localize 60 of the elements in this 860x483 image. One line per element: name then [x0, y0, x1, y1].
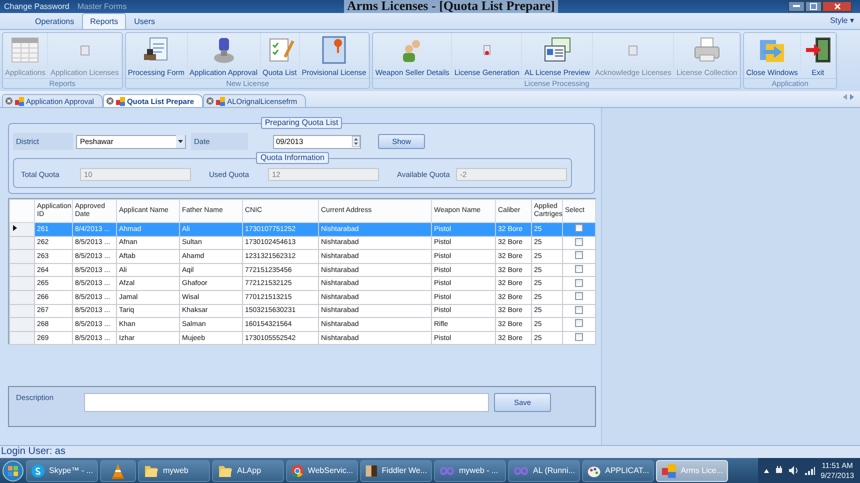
- select-checkbox[interactable]: [575, 251, 583, 260]
- spin-icon: [352, 136, 360, 147]
- select-checkbox[interactable]: [575, 306, 583, 314]
- show-hidden-icon[interactable]: [764, 468, 769, 472]
- taskbar-button[interactable]: myweb: [138, 460, 210, 482]
- taskbar-button[interactable]: AL (Runni...: [508, 460, 580, 482]
- scroll-left-icon[interactable]: [843, 94, 847, 100]
- ribbon-tab[interactable]: Reports: [82, 13, 126, 29]
- app-window-icon: [661, 462, 677, 478]
- document-icon: [482, 44, 491, 56]
- taskbar-button[interactable]: Fiddler We...: [360, 460, 432, 482]
- document-icon: [628, 44, 638, 56]
- minimize-icon: [793, 5, 800, 8]
- close-icon[interactable]: [206, 97, 214, 105]
- speaker-icon[interactable]: [788, 466, 799, 475]
- ribbon-tab[interactable]: Operations: [27, 13, 82, 29]
- taskbar-button[interactable]: Skype™ - ...: [26, 460, 98, 482]
- traffic-cone-icon: [110, 462, 126, 478]
- select-checkbox[interactable]: [575, 238, 583, 246]
- window-title: Arms Licenses - [Quota List Prepare]: [344, 0, 558, 13]
- form-icon: [15, 96, 24, 106]
- close-button[interactable]: [822, 1, 852, 12]
- power-plug-icon[interactable]: [774, 466, 783, 475]
- select-checkbox[interactable]: [575, 278, 583, 287]
- close-icon[interactable]: [5, 97, 13, 105]
- taskbar-button[interactable]: APPLICAT...: [582, 460, 654, 482]
- minimize-button[interactable]: [788, 1, 805, 12]
- chat-bubble-icon: [31, 462, 45, 478]
- panel-title: Preparing Quota List: [260, 117, 342, 129]
- panel-title: Quota Information: [256, 152, 329, 164]
- maximize-button[interactable]: [805, 1, 822, 12]
- select-checkbox[interactable]: [575, 224, 583, 232]
- document-icon: [80, 44, 90, 56]
- quick-access-item[interactable]: Master Forms: [73, 0, 131, 13]
- close-icon[interactable]: [106, 97, 114, 105]
- scroll-right-icon[interactable]: [850, 94, 854, 100]
- browser-icon: [291, 462, 304, 478]
- style-menu[interactable]: Style ▾: [830, 16, 854, 25]
- taskbar-button[interactable]: WebServic...: [286, 460, 358, 482]
- form-icon: [216, 96, 226, 106]
- signal-icon[interactable]: [804, 466, 815, 474]
- form-icon: [116, 96, 125, 106]
- quick-access-item[interactable]: Change Password: [0, 0, 74, 13]
- close-icon: [834, 3, 840, 10]
- taskbar-button[interactable]: [100, 460, 136, 482]
- status-text: Login User: as: [0, 445, 860, 458]
- select-checkbox[interactable]: [575, 333, 583, 342]
- ribbon-tab[interactable]: Users: [126, 13, 164, 29]
- select-checkbox[interactable]: [575, 319, 583, 328]
- table-icon: [10, 35, 40, 65]
- fiddler-icon: [365, 462, 378, 478]
- start-button[interactable]: [2, 460, 24, 482]
- taskbar-button[interactable]: ALApp: [212, 460, 284, 482]
- current-row-icon: [13, 225, 17, 232]
- dropdown-icon: [176, 135, 185, 148]
- maximize-icon: [810, 3, 817, 10]
- description-field[interactable]: [84, 393, 489, 412]
- select-checkbox[interactable]: [575, 292, 583, 300]
- select-checkbox[interactable]: [575, 265, 583, 274]
- taskbar-button[interactable]: myweb - ...: [434, 460, 506, 482]
